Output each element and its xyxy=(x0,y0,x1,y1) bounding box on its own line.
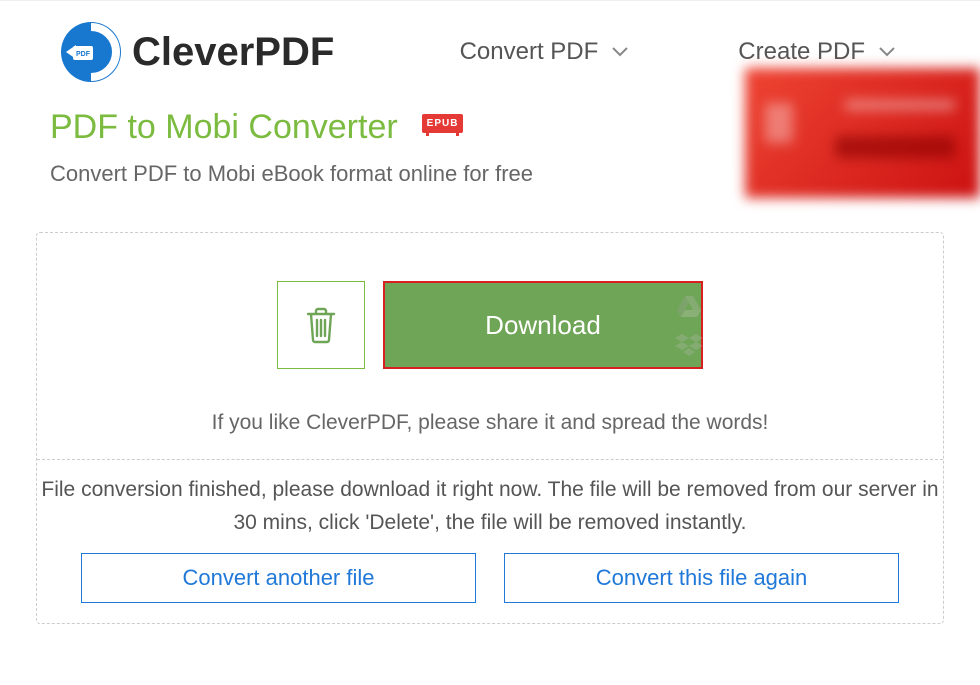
nav-convert-pdf[interactable]: Convert PDF xyxy=(460,38,629,66)
convert-again-button[interactable]: Convert this file again xyxy=(504,553,899,603)
convert-another-button[interactable]: Convert another file xyxy=(81,553,476,603)
google-drive-icon[interactable] xyxy=(675,294,703,318)
nav-label: Convert PDF xyxy=(460,38,599,66)
bottom-actions: Convert another file Convert this file a… xyxy=(37,539,943,623)
finished-message: File conversion finished, please downloa… xyxy=(37,460,943,539)
nav-label: Create PDF xyxy=(738,38,865,66)
svg-text:PDF: PDF xyxy=(76,51,91,58)
epub-badge-icon: EPUB xyxy=(422,114,464,133)
title-row: PDF to Mobi Converter EPUB Convert PDF t… xyxy=(0,108,980,187)
button-label: Convert another file xyxy=(183,565,375,591)
promo-banner[interactable] xyxy=(745,68,980,198)
result-panel: Download If you like CleverPDF, please s… xyxy=(36,232,944,624)
cloud-save-options xyxy=(675,294,703,356)
nav-create-pdf[interactable]: Create PDF xyxy=(738,38,895,66)
page-title-text: PDF to Mobi Converter xyxy=(50,108,398,147)
logo-icon: PDF xyxy=(60,21,122,83)
brand-name: CleverPDF xyxy=(132,30,334,75)
share-prompt: If you like CleverPDF, please share it a… xyxy=(37,411,943,435)
button-label: Convert this file again xyxy=(596,565,808,591)
chevron-down-icon xyxy=(879,47,895,57)
download-label: Download xyxy=(485,310,601,341)
nav: Convert PDF Create PDF xyxy=(460,38,895,66)
action-row: Download xyxy=(37,281,943,369)
download-button[interactable]: Download xyxy=(383,281,703,369)
chevron-down-icon xyxy=(612,47,628,57)
trash-icon xyxy=(304,306,338,344)
delete-button[interactable] xyxy=(277,281,365,369)
dropbox-icon[interactable] xyxy=(675,332,703,356)
logo[interactable]: PDF CleverPDF xyxy=(60,21,334,83)
